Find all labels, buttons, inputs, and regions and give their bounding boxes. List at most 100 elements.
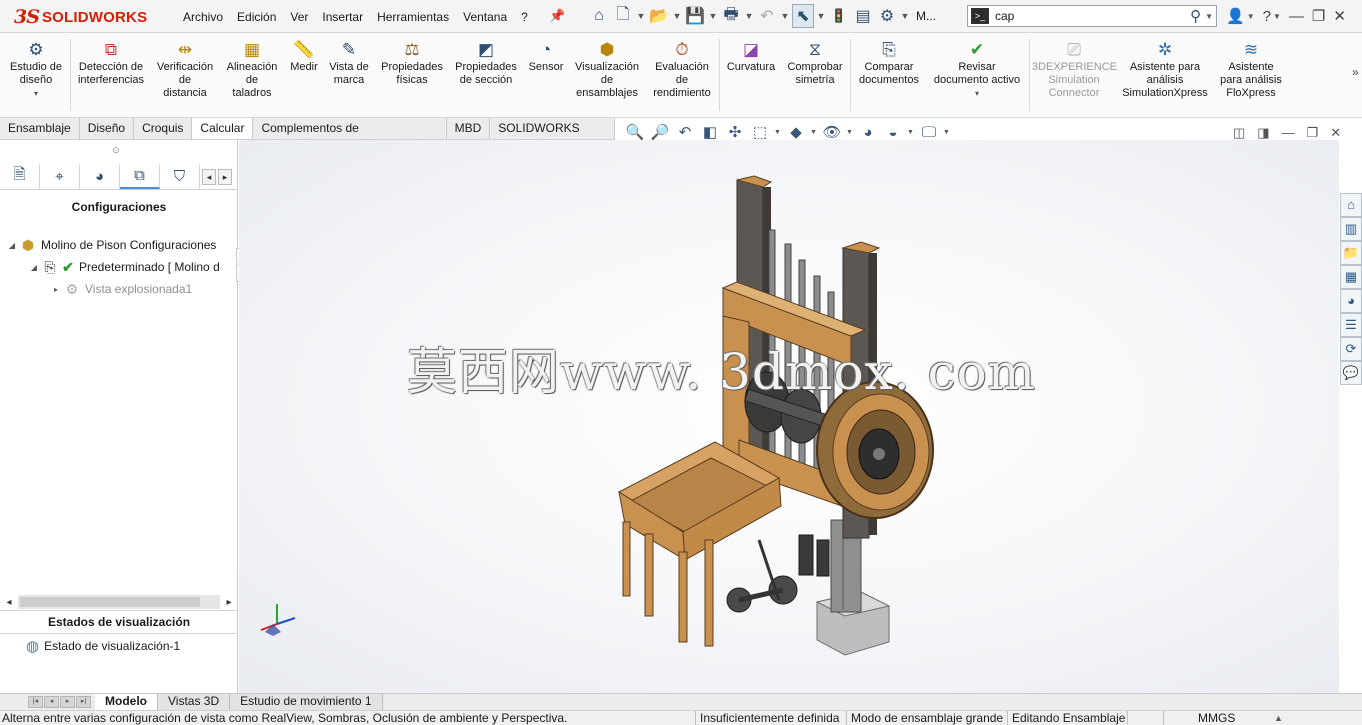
close-icon[interactable]: ✕ bbox=[1333, 7, 1346, 25]
clearance-verification-button[interactable]: ⇹ Verificación de distancia bbox=[152, 39, 218, 100]
user-dropdown-icon[interactable]: ▼ bbox=[1247, 12, 1255, 21]
view-orientation-dropdown-icon[interactable]: ▼ bbox=[774, 129, 782, 136]
menu-archivo[interactable]: Archivo bbox=[176, 10, 230, 24]
view-settings-icon[interactable]: 🖵 bbox=[918, 124, 940, 141]
feature-manager-tab-icon[interactable]: 🗎 bbox=[0, 164, 40, 189]
tab-diseno[interactable]: Diseño bbox=[79, 118, 135, 139]
measure-button[interactable]: 📏 Medir bbox=[285, 39, 323, 74]
tab-vistas-3d[interactable]: Vistas 3D bbox=[158, 694, 231, 710]
panel-grip-icon[interactable]: ⊙ bbox=[112, 145, 120, 156]
section-view-icon[interactable]: ◧ bbox=[699, 123, 721, 141]
solidworks-resources-icon[interactable]: ⌂ bbox=[1340, 193, 1362, 217]
tab-complementos[interactable]: Complementos de SOLIDWORKS bbox=[253, 118, 447, 156]
zoom-to-fit-icon[interactable]: 🔍 bbox=[624, 123, 646, 141]
graphics-area[interactable]: 莫西网www. 3dmox. com bbox=[239, 140, 1339, 693]
restore-icon[interactable]: ❐ bbox=[1312, 7, 1325, 25]
scroll-right-icon[interactable]: ▸ bbox=[220, 597, 238, 608]
scroll-track[interactable] bbox=[18, 595, 220, 609]
select-dropdown-icon[interactable]: ▼ bbox=[816, 11, 826, 21]
home-icon[interactable]: ⌂ bbox=[588, 4, 610, 28]
search-box[interactable]: >_ cap ⚲ ▼ bbox=[967, 5, 1217, 27]
previous-view-icon[interactable]: ↶ bbox=[674, 123, 696, 141]
first-tab-icon[interactable]: |◂ bbox=[28, 696, 43, 708]
display-style-dropdown-icon[interactable]: ▼ bbox=[810, 129, 818, 136]
appearance-tab-icon[interactable]: ◕ bbox=[80, 164, 120, 189]
design-library-icon[interactable]: ▥ bbox=[1340, 217, 1362, 241]
compare-documents-button[interactable]: ⎘ Comparar documentos bbox=[853, 39, 925, 87]
tab-croquis[interactable]: Croquis bbox=[134, 118, 193, 139]
tab-solidworks-cam[interactable]: SOLIDWORKS CAM bbox=[490, 118, 615, 156]
markup-view-button[interactable]: ✎ Vista de marca bbox=[326, 39, 372, 87]
horizontal-scrollbar[interactable]: ◂ ▸ bbox=[0, 594, 238, 610]
tab-scroll-left-icon[interactable]: ◂ bbox=[202, 168, 216, 185]
previous-tab-icon[interactable]: ◂ bbox=[44, 696, 59, 708]
tree-item-assembly-configurations[interactable]: ◢ ⬢ Molino de Pison Configuraciones bbox=[0, 234, 238, 256]
model-view[interactable] bbox=[239, 140, 1339, 693]
open-icon[interactable]: 📂 bbox=[648, 4, 670, 28]
undo-icon[interactable]: ↶ bbox=[756, 4, 778, 28]
menu-insertar[interactable]: Insertar bbox=[315, 10, 370, 24]
last-tab-icon[interactable]: ▸| bbox=[76, 696, 91, 708]
apply-scene-dropdown-icon[interactable]: ▼ bbox=[907, 129, 915, 136]
mass-properties-button[interactable]: ⚖ Propiedades físicas bbox=[376, 39, 448, 87]
search-dropdown-icon[interactable]: ▼ bbox=[1205, 12, 1213, 21]
configuration-manager-tab-icon[interactable]: ⧉ bbox=[120, 164, 160, 189]
interference-detection-button[interactable]: ⧉ Detección de interferencias bbox=[73, 39, 149, 87]
tab-modelo[interactable]: Modelo bbox=[95, 694, 158, 710]
viewport-close-icon[interactable]: ✕ bbox=[1330, 125, 1341, 141]
simulationxpress-button[interactable]: ✲ Asistente para análisis SimulationXpre… bbox=[1118, 39, 1212, 100]
print-icon[interactable]: 🖶 bbox=[720, 4, 742, 28]
toolbar-overflow[interactable]: M... bbox=[916, 9, 936, 23]
new-document-icon[interactable]: 🗋 bbox=[612, 4, 634, 28]
apply-scene-icon[interactable]: ◒ bbox=[882, 124, 904, 141]
search-icon[interactable]: ⚲ bbox=[1190, 7, 1201, 25]
scroll-left-icon[interactable]: ◂ bbox=[0, 597, 18, 608]
undo-dropdown-icon[interactable]: ▼ bbox=[780, 11, 790, 21]
command-search-icon[interactable]: >_ bbox=[971, 8, 989, 24]
next-tab-icon[interactable]: ▸ bbox=[60, 696, 75, 708]
menu-ver[interactable]: Ver bbox=[283, 10, 315, 24]
sensor-button[interactable]: ◔ Sensor bbox=[525, 39, 567, 74]
3dx-simulation-connector-button[interactable]: ⎚ 3DEXPERIENCE Simulation Connector bbox=[1032, 39, 1117, 100]
minimize-icon[interactable]: — bbox=[1289, 8, 1304, 25]
menu-herramientas[interactable]: Herramientas bbox=[370, 10, 456, 24]
hide-show-items-icon[interactable]: 👁 bbox=[821, 123, 843, 141]
dimxpert-tab-icon[interactable]: ⛉ bbox=[160, 164, 200, 189]
menu-edicion[interactable]: Edición bbox=[230, 10, 283, 24]
ribbon-overflow-icon[interactable]: » bbox=[1352, 65, 1359, 79]
view-orientation-icon[interactable]: ⬚ bbox=[749, 123, 771, 141]
property-manager-tab-icon[interactable]: ⌖ bbox=[40, 164, 80, 189]
units-dropdown-icon[interactable]: ▲ bbox=[1274, 711, 1283, 725]
save-icon[interactable]: 💾 bbox=[684, 4, 706, 28]
print-dropdown-icon[interactable]: ▼ bbox=[744, 11, 754, 21]
help-icon[interactable]: ? bbox=[1263, 8, 1271, 25]
rebuild-traffic-light-icon[interactable]: 🚦 bbox=[828, 4, 850, 28]
scroll-thumb[interactable] bbox=[20, 597, 200, 607]
curvature-button[interactable]: ◪ Curvatura bbox=[722, 39, 780, 74]
open-dropdown-icon[interactable]: ▼ bbox=[672, 11, 682, 21]
new-dropdown-icon[interactable]: ▼ bbox=[636, 11, 646, 21]
tile-view-icon[interactable]: ◨ bbox=[1257, 125, 1269, 141]
split-view-icon[interactable]: ◫ bbox=[1233, 125, 1245, 141]
tab-motion-study[interactable]: Estudio de movimiento 1 bbox=[230, 694, 383, 710]
collapse-arrow-icon[interactable]: ◢ bbox=[28, 263, 40, 272]
dynamic-annotation-icon[interactable]: ✣ bbox=[724, 123, 746, 141]
check-symmetry-button[interactable]: ⧖ Comprobar simetría bbox=[783, 39, 847, 87]
options-gear-icon[interactable]: ⚙ bbox=[876, 4, 898, 28]
file-explorer-icon[interactable]: 📁 bbox=[1340, 241, 1362, 265]
hole-alignment-button[interactable]: ▦ Alineación de taladros bbox=[222, 39, 282, 100]
performance-evaluation-button[interactable]: ⏱ Evaluación de rendimiento bbox=[647, 39, 717, 100]
tree-item-default-configuration[interactable]: ◢ ⎘ ✔ Predeterminado [ Molino d bbox=[0, 256, 238, 278]
tab-calcular[interactable]: Calcular bbox=[192, 118, 254, 139]
search-input[interactable]: cap bbox=[995, 9, 1190, 23]
zoom-to-area-icon[interactable]: 🔎 bbox=[649, 123, 671, 141]
solidworks-forum-icon[interactable]: ⟳ bbox=[1340, 337, 1362, 361]
design-study-button[interactable]: ⚙ Estudio de diseño ▾ bbox=[4, 39, 68, 100]
select-cursor-icon[interactable]: ⬉ bbox=[792, 4, 814, 28]
review-active-document-button[interactable]: ✔ Revisar documento activo ▾ bbox=[928, 39, 1026, 100]
save-dropdown-icon[interactable]: ▼ bbox=[708, 11, 718, 21]
tab-mbd[interactable]: MBD bbox=[446, 118, 491, 139]
tab-scroll-right-icon[interactable]: ▸ bbox=[218, 168, 232, 185]
tree-item-exploded-view[interactable]: ▸ ⚙ Vista explosionada1 bbox=[0, 278, 238, 300]
status-units[interactable]: MMGS bbox=[1163, 711, 1276, 725]
